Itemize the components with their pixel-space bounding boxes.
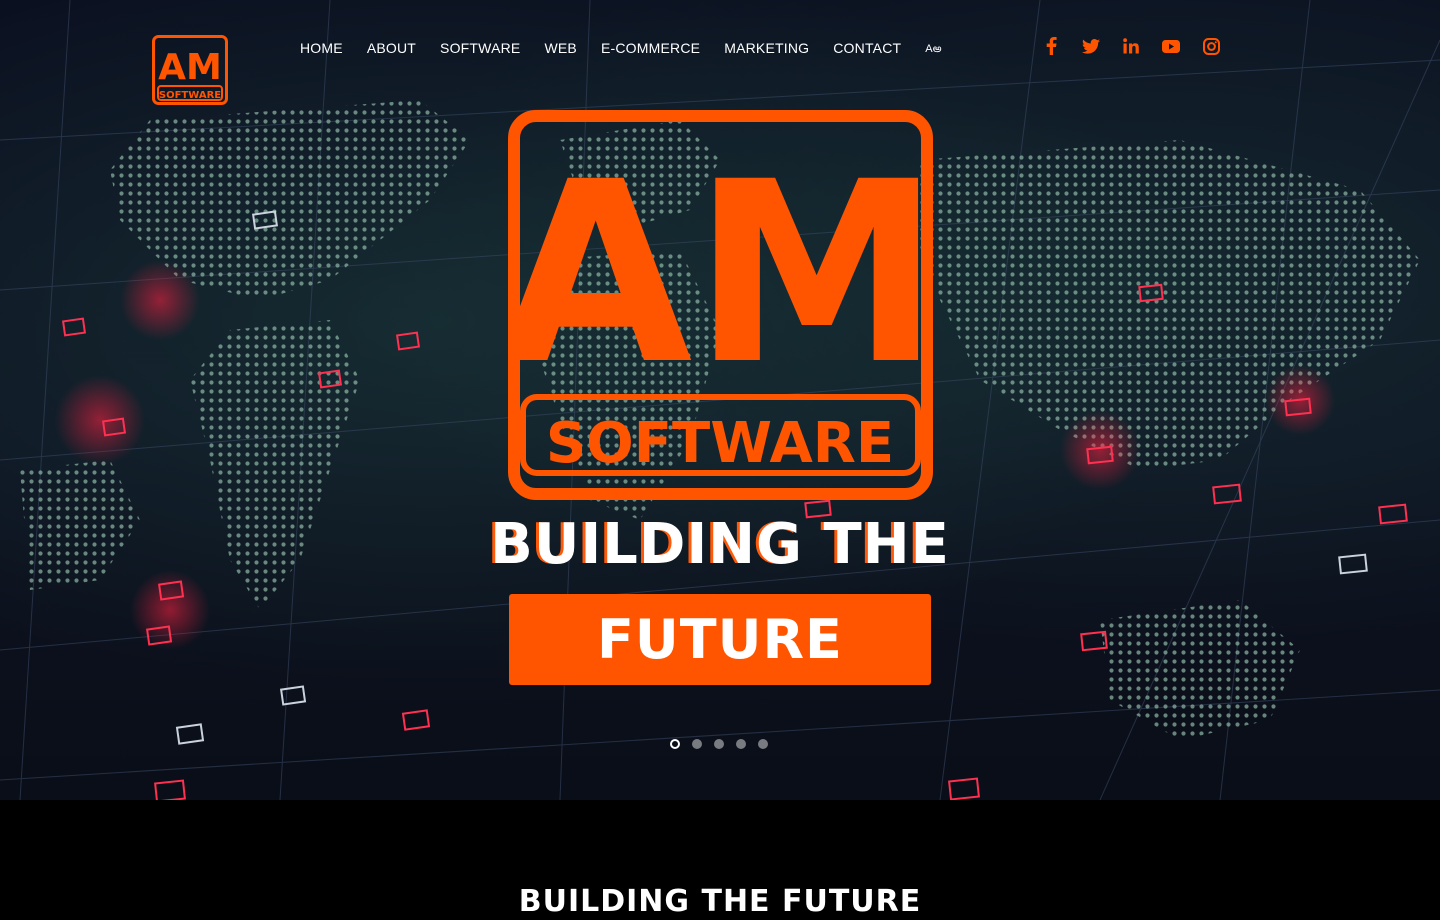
nav-marketing[interactable]: MARKETING: [724, 38, 809, 59]
slide-dot-1[interactable]: [670, 739, 680, 749]
hero-highlight-box: FUTURE: [509, 594, 931, 685]
svg-text:AM: AM: [158, 47, 222, 88]
nav-software[interactable]: SOFTWARE: [440, 38, 520, 59]
slider-pagination: [670, 739, 780, 749]
slide-dot-3[interactable]: [714, 739, 724, 749]
nav-web[interactable]: WEB: [544, 38, 577, 59]
slide-dot-5[interactable]: [758, 739, 768, 749]
youtube-icon[interactable]: [1160, 35, 1182, 57]
social-links: [1040, 35, 1240, 57]
nav-e-commerce[interactable]: E-COMMERCE: [601, 38, 700, 59]
facebook-icon[interactable]: [1040, 35, 1062, 57]
site-header: AM SOFTWARE HOME ABOUT SOFTWARE WEB E-CO…: [0, 0, 1440, 110]
svg-text:SOFTWARE: SOFTWARE: [159, 90, 221, 101]
nav-contact[interactable]: CONTACT: [833, 38, 901, 59]
am-software-hero-logo: AM SOFTWARE: [508, 110, 933, 500]
am-software-logo[interactable]: AM SOFTWARE: [152, 35, 228, 105]
twitter-icon[interactable]: [1080, 35, 1102, 57]
hero-headline: BUILDING THE: [490, 512, 950, 577]
translate-icon[interactable]: Aఅ: [925, 39, 942, 59]
main-nav: HOME ABOUT SOFTWARE WEB E-COMMERCE MARKE…: [300, 38, 966, 59]
slide-dot-4[interactable]: [736, 739, 746, 749]
section-heading: BUILDING THE FUTURE: [518, 884, 922, 919]
hero-slider: AM SOFTWARE HOME ABOUT SOFTWARE WEB E-CO…: [0, 0, 1440, 800]
nav-home[interactable]: HOME: [300, 38, 343, 59]
svg-text:SOFTWARE: SOFTWARE: [546, 411, 894, 476]
linkedin-icon[interactable]: [1120, 35, 1142, 57]
nav-about[interactable]: ABOUT: [367, 38, 416, 59]
hero-highlight-text: FUTURE: [597, 608, 843, 671]
instagram-icon[interactable]: [1200, 35, 1222, 57]
slide-dot-2[interactable]: [692, 739, 702, 749]
svg-text:AM: AM: [508, 128, 933, 419]
